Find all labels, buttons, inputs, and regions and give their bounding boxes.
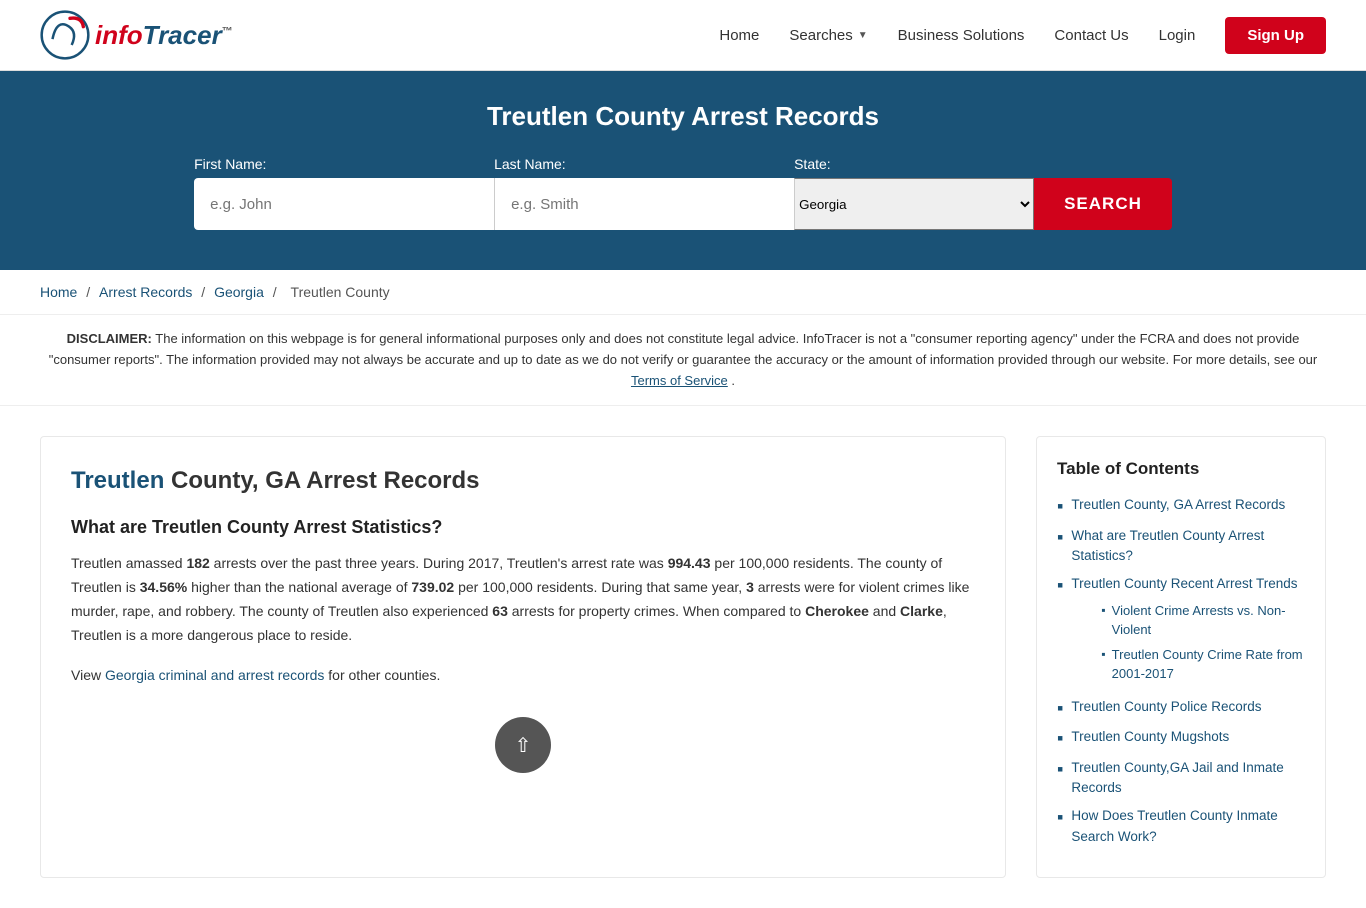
main-content: Treutlen County, GA Arrest Records What … [0, 406, 1366, 908]
first-name-group: First Name: [194, 156, 494, 230]
toc-bullet-icon: ▪ [1057, 807, 1063, 829]
p1-pct: 34.56% [140, 579, 187, 595]
tos-link[interactable]: Terms of Service [631, 373, 728, 388]
logo-info: info [95, 20, 143, 50]
stats-heading: What are Treutlen County Arrest Statisti… [71, 517, 975, 538]
toc-link[interactable]: Treutlen County,GA Jail and Inmate Recor… [1071, 758, 1305, 799]
toc-sub-link[interactable]: Violent Crime Arrests vs. Non-Violent [1112, 601, 1305, 640]
toc-sub-item: ▪ Violent Crime Arrests vs. Non-Violent [1101, 601, 1305, 640]
first-name-label: First Name: [194, 156, 266, 172]
site-header: infoTracer™ Home Searches ▼ Business Sol… [0, 0, 1366, 71]
disclaimer-label: DISCLAIMER: [67, 331, 152, 346]
breadcrumb-sep-3: / [273, 284, 281, 300]
toc-bullet-icon: ▪ [1057, 698, 1063, 720]
toc-link[interactable]: Treutlen County, GA Arrest Records [1071, 495, 1285, 515]
article-heading-rest: County, GA Arrest Records [164, 467, 479, 494]
toc-item: ▪ Treutlen County Mugshots [1057, 727, 1305, 750]
main-nav: Home Searches ▼ Business Solutions Conta… [719, 17, 1326, 54]
p1-mid6: arrests for property crimes. When compar… [508, 603, 805, 619]
disclaimer-period: . [731, 373, 735, 388]
p1-num3: 739.02 [411, 579, 454, 595]
nav-business-solutions[interactable]: Business Solutions [898, 27, 1025, 44]
toc-link[interactable]: How Does Treutlen County Inmate Search W… [1071, 806, 1305, 847]
nav-home[interactable]: Home [719, 27, 759, 44]
logo-tracer: Tracer [143, 20, 222, 50]
last-name-label: Last Name: [494, 156, 566, 172]
toc-item: ▪ What are Treutlen County Arrest Statist… [1057, 526, 1305, 567]
breadcrumb-home[interactable]: Home [40, 284, 77, 300]
p1-city1: Cherokee [805, 603, 869, 619]
toc-link[interactable]: What are Treutlen County Arrest Statisti… [1071, 526, 1305, 567]
logo-icon [40, 10, 90, 60]
page-title: Treutlen County Arrest Records [40, 101, 1326, 132]
toc-sub-link[interactable]: Treutlen County Crime Rate from 2001-201… [1112, 645, 1305, 684]
toc-bullet-icon: ▪ [1057, 728, 1063, 750]
toc-item: ▪ Treutlen County Police Records [1057, 697, 1305, 720]
p1-mid4: per 100,000 residents. During that same … [454, 579, 746, 595]
p1-num2: 994.43 [668, 555, 711, 571]
toc-heading: Table of Contents [1057, 459, 1305, 479]
toc-list: ▪ Treutlen County, GA Arrest Records ▪ What… [1057, 495, 1305, 847]
toc-bullet-icon: ▪ [1057, 496, 1063, 518]
article-heading-blue: Treutlen [71, 467, 164, 494]
last-name-input[interactable] [494, 178, 794, 230]
toc-bullet-icon: ▪ [1057, 759, 1063, 781]
logo-tm: ™ [222, 25, 233, 37]
p1-and: and [869, 603, 900, 619]
disclaimer-section: DISCLAIMER: The information on this webp… [0, 315, 1366, 406]
breadcrumb-georgia[interactable]: Georgia [214, 284, 264, 300]
disclaimer-text: The information on this webpage is for g… [49, 331, 1318, 367]
p1-pre: Treutlen amassed [71, 555, 186, 571]
scroll-up-button[interactable]: ⇧ [495, 717, 551, 773]
toc-link[interactable]: Treutlen County Police Records [1071, 697, 1261, 717]
toc-sub-bullet-icon: ▪ [1101, 603, 1105, 617]
p1-city2: Clarke [900, 603, 943, 619]
search-form: First Name: Last Name: State: AlabamaAla… [83, 156, 1283, 230]
nav-searches[interactable]: Searches ▼ [789, 27, 867, 44]
p2-pre: View [71, 667, 105, 683]
signup-button[interactable]: Sign Up [1225, 17, 1326, 54]
breadcrumb-sep-1: / [86, 284, 94, 300]
toc-sublist: ▪ Violent Crime Arrests vs. Non-Violent ▪ T… [1091, 601, 1305, 689]
toc-sub-item: ▪ Treutlen County Crime Rate from 2001-20… [1101, 645, 1305, 684]
p1-num4: 3 [746, 579, 754, 595]
p1-num1: 182 [186, 555, 209, 571]
toc-item: ▪ Treutlen County Recent Arrest Trends ▪ Vi… [1057, 574, 1305, 688]
table-of-contents: Table of Contents ▪ Treutlen County, GA A… [1036, 436, 1326, 878]
state-label: State: [794, 156, 831, 172]
scroll-up-area: ⇧ [71, 717, 975, 773]
breadcrumb-treutlen-county: Treutlen County [291, 284, 390, 300]
state-select[interactable]: AlabamaAlaskaArizonaArkansasCaliforniaCo… [794, 178, 1034, 230]
toc-bullet-icon: ▪ [1057, 575, 1063, 597]
breadcrumb-sep-2: / [201, 284, 209, 300]
nav-login[interactable]: Login [1159, 27, 1196, 44]
toc-item: ▪ Treutlen County,GA Jail and Inmate Reco… [1057, 758, 1305, 799]
stats-paragraph: Treutlen amassed 182 arrests over the pa… [71, 552, 975, 647]
logo-area: infoTracer™ [40, 10, 233, 60]
toc-bullet-icon: ▪ [1057, 527, 1063, 549]
p1-mid3: higher than the national average of [187, 579, 411, 595]
content-left: Treutlen County, GA Arrest Records What … [40, 436, 1006, 878]
toc-link[interactable]: Treutlen County Mugshots [1071, 727, 1229, 747]
search-button[interactable]: SEARCH [1034, 178, 1172, 230]
state-group: State: AlabamaAlaskaArizonaArkansasCalif… [794, 156, 1034, 230]
p2-post: for other counties. [324, 667, 440, 683]
nav-contact-us[interactable]: Contact Us [1054, 27, 1128, 44]
chevron-down-icon: ▼ [858, 30, 868, 41]
georgia-records-link[interactable]: Georgia criminal and arrest records [105, 667, 324, 683]
logo-text: infoTracer™ [95, 22, 233, 48]
breadcrumb: Home / Arrest Records / Georgia / Treutl… [0, 270, 1366, 315]
toc-item: ▪ Treutlen County, GA Arrest Records [1057, 495, 1305, 518]
first-name-input[interactable] [194, 178, 494, 230]
last-name-group: Last Name: [494, 156, 794, 230]
hero-section: Treutlen County Arrest Records First Nam… [0, 71, 1366, 270]
p1-mid1: arrests over the past three years. Durin… [210, 555, 668, 571]
toc-sub-bullet-icon: ▪ [1101, 647, 1105, 661]
paragraph2: View Georgia criminal and arrest records… [71, 664, 975, 688]
toc-link[interactable]: Treutlen County Recent Arrest Trends [1071, 574, 1305, 594]
article-heading: Treutlen County, GA Arrest Records [71, 467, 975, 495]
toc-item: ▪ How Does Treutlen County Inmate Search … [1057, 806, 1305, 847]
breadcrumb-arrest-records[interactable]: Arrest Records [99, 284, 192, 300]
p1-num5: 63 [492, 603, 508, 619]
